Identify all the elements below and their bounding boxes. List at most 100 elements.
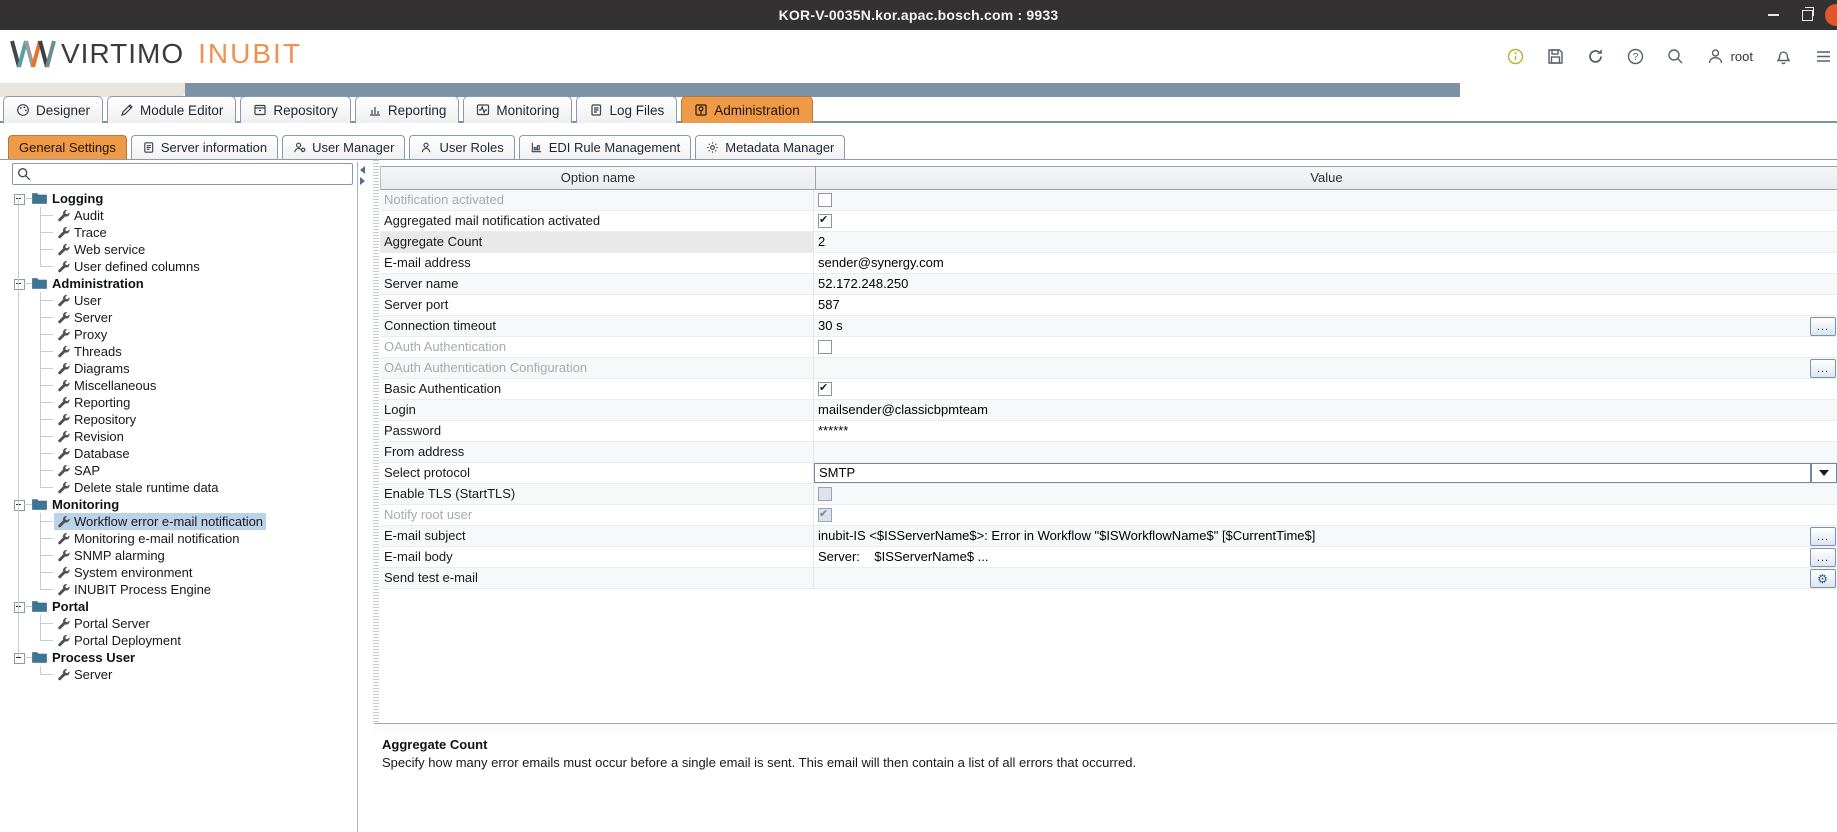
restore-button[interactable] <box>1793 0 1821 30</box>
option-name-cell[interactable]: Login <box>380 400 814 420</box>
subtab-general-settings[interactable]: General Settings <box>8 135 127 159</box>
tree-expander-icon[interactable] <box>14 653 25 664</box>
ellipsis-button[interactable]: ... <box>1810 359 1836 378</box>
value-cell[interactable] <box>814 211 1837 231</box>
tree-item-monitoring-e-mail-notification[interactable]: Monitoring e-mail notification <box>10 530 357 547</box>
tree-group-process-user[interactable]: Process User <box>10 649 357 666</box>
tree-item-delete-stale-runtime-data[interactable]: Delete stale runtime data <box>10 479 357 496</box>
menu-button[interactable] <box>1814 47 1833 66</box>
tree-group-logging[interactable]: Logging <box>10 190 357 207</box>
tree-group-administration[interactable]: Administration <box>10 275 357 292</box>
refresh-button[interactable] <box>1586 47 1605 66</box>
tree-item-portal-deployment[interactable]: Portal Deployment <box>10 632 357 649</box>
tree-item-snmp-alarming[interactable]: SNMP alarming <box>10 547 357 564</box>
option-name-cell[interactable]: OAuth Authentication <box>380 337 814 357</box>
option-name-cell[interactable]: Select protocol <box>380 463 814 483</box>
subtab-metadata-manager[interactable]: Metadata Manager <box>695 135 845 159</box>
checked-checkbox[interactable] <box>818 382 832 396</box>
option-name-cell[interactable]: E-mail address <box>380 253 814 273</box>
tree-item-system-environment[interactable]: System environment <box>10 564 357 581</box>
protocol-dropdown[interactable]: SMTP <box>814 463 1811 483</box>
search-button[interactable] <box>1666 47 1685 66</box>
collapse-right-icon[interactable] <box>360 177 365 185</box>
tree-expander-icon[interactable] <box>14 602 25 613</box>
help-button[interactable]: ? <box>1626 47 1645 66</box>
subtab-server-information[interactable]: Server information <box>131 135 278 159</box>
tab-repository[interactable]: Repository <box>240 96 351 123</box>
tree-item-server[interactable]: Server <box>10 666 357 683</box>
tree-item-database[interactable]: Database <box>10 445 357 462</box>
tree-search-input[interactable] <box>35 166 348 183</box>
user-menu[interactable]: root <box>1706 47 1753 66</box>
tree-group-portal[interactable]: Portal <box>10 598 357 615</box>
tree-item-portal-server[interactable]: Portal Server <box>10 615 357 632</box>
ellipsis-button[interactable]: ... <box>1810 317 1836 336</box>
option-name-cell[interactable]: OAuth Authentication Configuration <box>380 358 814 378</box>
info-button[interactable] <box>1506 47 1525 66</box>
value-cell[interactable] <box>814 337 1837 357</box>
tree-item-audit[interactable]: Audit <box>10 207 357 224</box>
tree-item-reporting[interactable]: Reporting <box>10 394 357 411</box>
unchecked-checkbox[interactable] <box>818 487 832 501</box>
splitter-collapse-arrows[interactable] <box>360 166 365 185</box>
option-name-cell[interactable]: Basic Authentication <box>380 379 814 399</box>
value-cell[interactable] <box>814 379 1837 399</box>
option-name-cell[interactable]: Enable TLS (StartTLS) <box>380 484 814 504</box>
value-cell[interactable]: 2 <box>814 232 1837 252</box>
tab-monitoring[interactable]: Monitoring <box>463 96 572 123</box>
option-name-cell[interactable]: Password <box>380 421 814 441</box>
value-cell[interactable]: inubit-IS <$ISServerName$>: Error in Wor… <box>814 526 1837 546</box>
value-cell[interactable]: 587 <box>814 295 1837 315</box>
tab-log-files[interactable]: Log Files <box>576 96 677 123</box>
table-drag-strip[interactable] <box>373 160 379 723</box>
unchecked-checkbox[interactable] <box>818 340 832 354</box>
tree-item-web-service[interactable]: Web service <box>10 241 357 258</box>
tab-designer[interactable]: Designer <box>3 96 103 123</box>
tree-item-threads[interactable]: Threads <box>10 343 357 360</box>
tree-item-sap[interactable]: SAP <box>10 462 357 479</box>
tree-item-trace[interactable]: Trace <box>10 224 357 241</box>
option-name-cell[interactable]: Send test e-mail <box>380 568 814 588</box>
ellipsis-button[interactable]: ... <box>1810 527 1836 546</box>
tree-expander-icon[interactable] <box>14 500 25 511</box>
tree-item-user[interactable]: User <box>10 292 357 309</box>
tree-item-server[interactable]: Server <box>10 309 357 326</box>
tree-item-miscellaneous[interactable]: Miscellaneous <box>10 377 357 394</box>
option-name-cell[interactable]: Server port <box>380 295 814 315</box>
send-test-email-button[interactable]: ⚙ <box>1810 569 1836 588</box>
value-cell[interactable] <box>814 442 1837 462</box>
subtab-user-roles[interactable]: User Roles <box>409 135 514 159</box>
value-cell[interactable]: Server: $ISServerName$ ...... <box>814 547 1837 567</box>
option-name-cell[interactable]: Aggregate Count <box>380 232 814 252</box>
value-cell[interactable]: SMTP <box>814 463 1837 483</box>
dropdown-arrow-button[interactable] <box>1811 463 1837 483</box>
option-name-cell[interactable]: Notification activated <box>380 190 814 210</box>
value-cell[interactable]: ****** <box>814 421 1837 441</box>
value-cell[interactable]: ... <box>814 358 1837 378</box>
option-name-cell[interactable]: Connection timeout <box>380 316 814 336</box>
subtab-user-manager[interactable]: User Manager <box>282 135 405 159</box>
collapse-left-icon[interactable] <box>360 166 365 174</box>
subtab-edi-rule-management[interactable]: EDI Rule Management <box>519 135 692 159</box>
tab-reporting[interactable]: Reporting <box>355 96 460 123</box>
close-button[interactable] <box>1824 0 1837 30</box>
tree-item-repository[interactable]: Repository <box>10 411 357 428</box>
tree-item-diagrams[interactable]: Diagrams <box>10 360 357 377</box>
tree-item-revision[interactable]: Revision <box>10 428 357 445</box>
tree-expander-icon[interactable] <box>14 279 25 290</box>
tab-administration[interactable]: Administration <box>681 96 813 123</box>
option-name-cell[interactable]: Notify root user <box>380 505 814 525</box>
value-cell[interactable] <box>814 505 1837 525</box>
option-name-cell[interactable]: E-mail subject <box>380 526 814 546</box>
option-name-cell[interactable]: E-mail body <box>380 547 814 567</box>
value-cell[interactable] <box>814 484 1837 504</box>
unchecked-checkbox[interactable] <box>818 193 832 207</box>
value-cell[interactable]: sender@synergy.com <box>814 253 1837 273</box>
tree-group-monitoring[interactable]: Monitoring <box>10 496 357 513</box>
value-cell[interactable]: mailsender@classicbpmteam <box>814 400 1837 420</box>
option-name-cell[interactable]: From address <box>380 442 814 462</box>
value-cell[interactable]: 52.172.248.250 <box>814 274 1837 294</box>
value-cell[interactable]: 30 s... <box>814 316 1837 336</box>
value-cell[interactable]: ⚙ <box>814 568 1837 588</box>
tree-item-inubit-process-engine[interactable]: INUBIT Process Engine <box>10 581 357 598</box>
